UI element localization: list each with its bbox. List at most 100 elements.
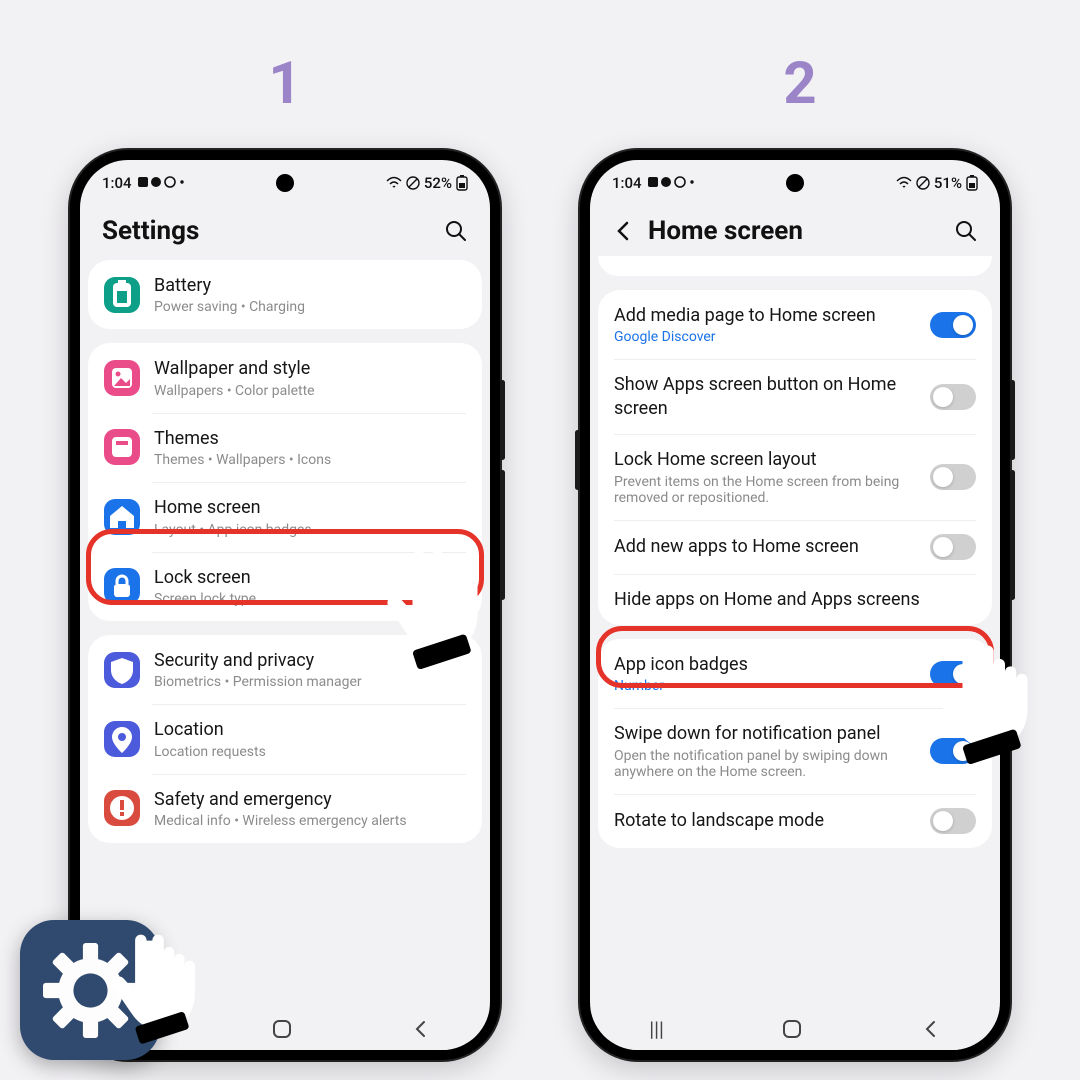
row-text: Location Location requests bbox=[154, 718, 466, 759]
battery-icon bbox=[456, 175, 468, 191]
phone-mockup-2: 1:04 51% Home screen Add media page to H… bbox=[580, 150, 1010, 1060]
row-label: Add media page to Home screen bbox=[614, 304, 916, 327]
row-subtitle: Screen lock type bbox=[154, 591, 466, 607]
row-subtitle: Google Discover bbox=[614, 329, 916, 345]
row-label: Safety and emergency bbox=[154, 788, 466, 811]
row-text: Wallpaper and style Wallpapers • Color p… bbox=[154, 357, 466, 398]
wifi-icon bbox=[386, 176, 402, 190]
phone-side-button bbox=[500, 380, 505, 460]
app-bar: Settings bbox=[80, 198, 490, 260]
row-text: Lock Home screen layout Prevent items on… bbox=[614, 448, 916, 505]
list-row[interactable]: Show Apps screen button on Home screen bbox=[598, 359, 992, 434]
list-row[interactable]: Add new apps to Home screen bbox=[598, 520, 992, 574]
toggle-switch[interactable] bbox=[930, 312, 976, 338]
list-row[interactable]: Safety and emergency Medical info • Wire… bbox=[88, 774, 482, 843]
themes-icon bbox=[104, 429, 140, 465]
row-label: Security and privacy bbox=[154, 649, 466, 672]
row-text: Safety and emergency Medical info • Wire… bbox=[154, 788, 466, 829]
sos-icon bbox=[104, 790, 140, 826]
row-label: Lock Home screen layout bbox=[614, 448, 916, 471]
phone-side-button bbox=[1010, 380, 1015, 460]
app-bar: Home screen bbox=[590, 198, 1000, 260]
status-time: 1:04 bbox=[102, 174, 132, 192]
row-label: Hide apps on Home and Apps screens bbox=[614, 588, 976, 611]
row-label: Home screen bbox=[154, 496, 466, 519]
settings-card: Wallpaper and style Wallpapers • Color p… bbox=[88, 343, 482, 621]
row-subtitle: Open the notification panel by swiping d… bbox=[614, 748, 916, 780]
toggle-switch[interactable] bbox=[930, 661, 976, 687]
nav-back-icon[interactable] bbox=[411, 1019, 431, 1039]
nav-back-icon[interactable] bbox=[921, 1019, 941, 1039]
list-row[interactable]: Wallpaper and style Wallpapers • Color p… bbox=[88, 343, 482, 412]
list-row[interactable]: Battery Power saving • Charging bbox=[88, 260, 482, 329]
row-text: Show Apps screen button on Home screen bbox=[614, 373, 916, 420]
row-label: Location bbox=[154, 718, 466, 741]
row-text: App icon badges Number bbox=[614, 653, 916, 694]
step-number-2: 2 bbox=[770, 50, 830, 118]
row-text: Add media page to Home screen Google Dis… bbox=[614, 304, 916, 345]
settings-card: App icon badges Number Swipe down for no… bbox=[598, 639, 992, 848]
list-row[interactable]: Location Location requests bbox=[88, 704, 482, 773]
row-label: App icon badges bbox=[614, 653, 916, 676]
nav-home-icon[interactable] bbox=[782, 1019, 802, 1039]
row-subtitle: Themes • Wallpapers • Icons bbox=[154, 452, 466, 468]
row-text: Home screen Layout • App icon badges bbox=[154, 496, 466, 537]
row-label: Rotate to landscape mode bbox=[614, 809, 916, 832]
lock-icon bbox=[104, 568, 140, 604]
row-label: Themes bbox=[154, 427, 466, 450]
status-indicator-icons bbox=[646, 176, 696, 190]
android-nav-bar: ||| bbox=[590, 1008, 1000, 1050]
row-label: Lock screen bbox=[154, 566, 466, 589]
status-indicator-icons bbox=[136, 176, 186, 190]
settings-card: Security and privacy Biometrics • Permis… bbox=[88, 635, 482, 843]
toggle-switch[interactable] bbox=[930, 534, 976, 560]
nav-recent-icon[interactable]: ||| bbox=[649, 1017, 664, 1041]
row-subtitle: Layout • App icon badges bbox=[154, 522, 466, 538]
nav-home-icon[interactable] bbox=[272, 1019, 292, 1039]
back-icon[interactable] bbox=[612, 220, 634, 242]
settings-app-icon[interactable] bbox=[20, 920, 160, 1060]
no-data-icon bbox=[916, 176, 930, 190]
row-subtitle: Location requests bbox=[154, 744, 466, 760]
row-text: Add new apps to Home screen bbox=[614, 535, 916, 558]
battery-icon bbox=[104, 277, 140, 313]
row-text: Themes Themes • Wallpapers • Icons bbox=[154, 427, 466, 468]
toggle-switch[interactable] bbox=[930, 464, 976, 490]
search-icon[interactable] bbox=[954, 219, 978, 243]
status-battery-pct: 51% bbox=[934, 174, 962, 192]
list-row[interactable]: Hide apps on Home and Apps screens bbox=[598, 574, 992, 625]
list-row[interactable]: Swipe down for notification panel Open t… bbox=[598, 708, 992, 793]
list-row[interactable]: Home screen Layout • App icon badges bbox=[88, 482, 482, 551]
list-row[interactable]: Themes Themes • Wallpapers • Icons bbox=[88, 413, 482, 482]
row-text: Swipe down for notification panel Open t… bbox=[614, 722, 916, 779]
row-text: Rotate to landscape mode bbox=[614, 809, 916, 832]
row-label: Show Apps screen button on Home screen bbox=[614, 373, 916, 420]
shield-icon bbox=[104, 652, 140, 688]
list-row[interactable]: Security and privacy Biometrics • Permis… bbox=[88, 635, 482, 704]
row-text: Battery Power saving • Charging bbox=[154, 274, 466, 315]
settings-card: Battery Power saving • Charging bbox=[88, 260, 482, 329]
status-time: 1:04 bbox=[612, 174, 642, 192]
row-text: Hide apps on Home and Apps screens bbox=[614, 588, 976, 611]
list-row[interactable]: App icon badges Number bbox=[598, 639, 992, 708]
toggle-switch[interactable] bbox=[930, 384, 976, 410]
row-subtitle: Number bbox=[614, 678, 916, 694]
phone-side-button bbox=[1010, 470, 1015, 600]
row-label: Swipe down for notification panel bbox=[614, 722, 916, 745]
list-row[interactable]: Lock screen Screen lock type bbox=[88, 552, 482, 621]
row-subtitle: Power saving • Charging bbox=[154, 299, 466, 315]
phone-side-button bbox=[500, 470, 505, 600]
wifi-icon bbox=[896, 176, 912, 190]
list-row[interactable]: Lock Home screen layout Prevent items on… bbox=[598, 434, 992, 519]
row-text: Lock screen Screen lock type bbox=[154, 566, 466, 607]
row-label: Add new apps to Home screen bbox=[614, 535, 916, 558]
row-subtitle: Biometrics • Permission manager bbox=[154, 674, 466, 690]
toggle-switch[interactable] bbox=[930, 808, 976, 834]
list-row[interactable]: Rotate to landscape mode bbox=[598, 794, 992, 848]
row-label: Wallpaper and style bbox=[154, 357, 466, 380]
phone-side-button bbox=[575, 430, 580, 490]
search-icon[interactable] bbox=[444, 219, 468, 243]
row-subtitle: Medical info • Wireless emergency alerts bbox=[154, 813, 466, 829]
list-row[interactable]: Add media page to Home screen Google Dis… bbox=[598, 290, 992, 359]
toggle-switch[interactable] bbox=[930, 738, 976, 764]
